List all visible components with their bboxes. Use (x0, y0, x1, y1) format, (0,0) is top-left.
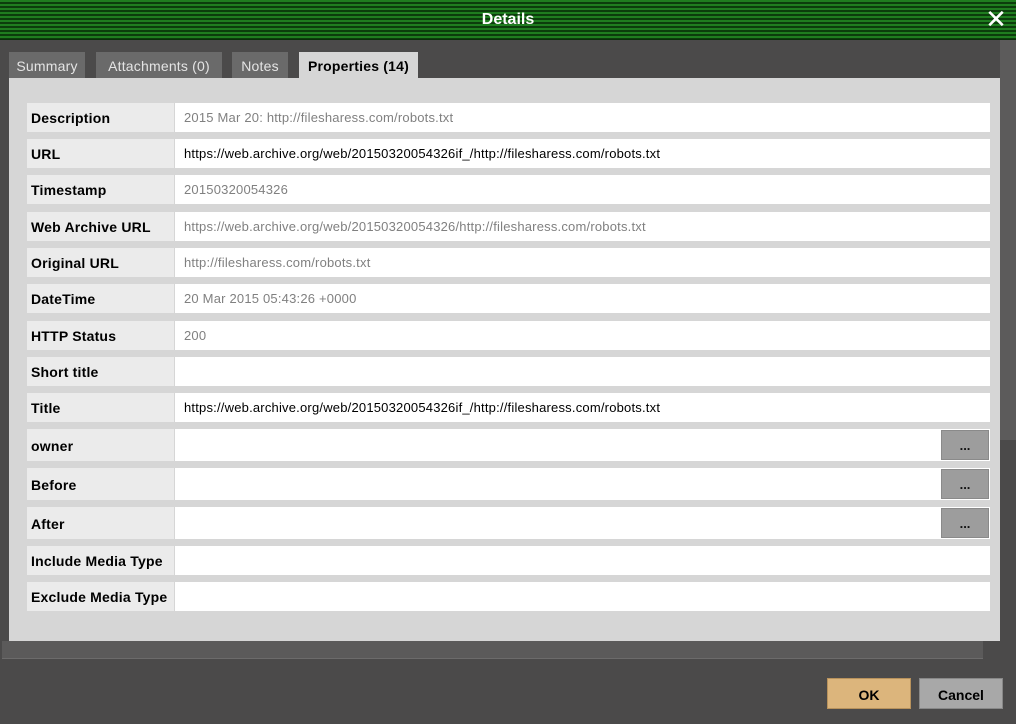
window-title: Details (481, 11, 535, 28)
property-row-description: Description 2015 Mar 20: http://fileshar… (27, 103, 990, 132)
property-label: Short title (27, 357, 174, 386)
property-row-datetime: DateTime 20 Mar 2015 05:43:26 +0000 (27, 284, 990, 313)
datetime-field[interactable]: 20 Mar 2015 05:43:26 +0000 (175, 284, 990, 313)
property-label: After (27, 507, 174, 539)
original-url-field[interactable]: http://filesharess.com/robots.txt (175, 248, 990, 277)
description-field[interactable]: 2015 Mar 20: http://filesharess.com/robo… (175, 103, 990, 132)
tab-notes[interactable]: Notes (232, 52, 288, 78)
ok-button[interactable]: OK (827, 678, 911, 709)
property-row-owner: owner ... (27, 429, 990, 461)
property-label: URL (27, 139, 174, 168)
before-field[interactable] (175, 468, 990, 500)
property-row-short-title: Short title (27, 357, 990, 386)
property-label: Exclude Media Type (27, 582, 174, 611)
url-field[interactable]: https://web.archive.org/web/201503200543… (175, 139, 990, 168)
http-status-field[interactable]: 200 (175, 321, 990, 350)
panel-footer-edge (2, 641, 983, 659)
web-archive-url-field[interactable]: https://web.archive.org/web/201503200543… (175, 212, 990, 241)
include-media-type-field[interactable] (175, 546, 990, 575)
after-field[interactable] (175, 507, 990, 539)
scrollbar-track[interactable] (1000, 40, 1016, 440)
property-row-after: After ... (27, 507, 990, 539)
property-label: owner (27, 429, 174, 461)
owner-field[interactable] (175, 429, 990, 461)
property-row-title: Title https://web.archive.org/web/201503… (27, 393, 990, 422)
property-row-web-archive-url: Web Archive URL https://web.archive.org/… (27, 212, 990, 241)
owner-browse-button[interactable]: ... (941, 430, 989, 460)
property-row-timestamp: Timestamp 20150320054326 (27, 175, 990, 204)
tab-attachments[interactable]: Attachments (0) (96, 52, 222, 78)
close-icon[interactable]: ✕ (984, 6, 1008, 32)
tab-properties[interactable]: Properties (14) (299, 52, 418, 79)
property-label: Title (27, 393, 174, 422)
property-label: HTTP Status (27, 321, 174, 350)
after-browse-button[interactable]: ... (941, 508, 989, 538)
exclude-media-type-field[interactable] (175, 582, 990, 611)
timestamp-field[interactable]: 20150320054326 (175, 175, 990, 204)
properties-panel: Description 2015 Mar 20: http://fileshar… (9, 78, 1000, 641)
property-row-original-url: Original URL http://filesharess.com/robo… (27, 248, 990, 277)
tab-summary[interactable]: Summary (9, 52, 85, 78)
property-label: Original URL (27, 248, 174, 277)
before-browse-button[interactable]: ... (941, 469, 989, 499)
cancel-button[interactable]: Cancel (919, 678, 1003, 709)
property-row-before: Before ... (27, 468, 990, 500)
property-row-url: URL https://web.archive.org/web/20150320… (27, 139, 990, 168)
short-title-field[interactable] (175, 357, 990, 386)
titlebar: Details ✕ (0, 0, 1016, 40)
property-row-include-media-type: Include Media Type (27, 546, 990, 575)
property-label: Description (27, 103, 174, 132)
property-row-exclude-media-type: Exclude Media Type (27, 582, 990, 611)
property-label: Web Archive URL (27, 212, 174, 241)
property-label: Before (27, 468, 174, 500)
property-row-http-status: HTTP Status 200 (27, 321, 990, 350)
title-field[interactable]: https://web.archive.org/web/201503200543… (175, 393, 990, 422)
property-label: Timestamp (27, 175, 174, 204)
property-label: Include Media Type (27, 546, 174, 575)
property-label: DateTime (27, 284, 174, 313)
